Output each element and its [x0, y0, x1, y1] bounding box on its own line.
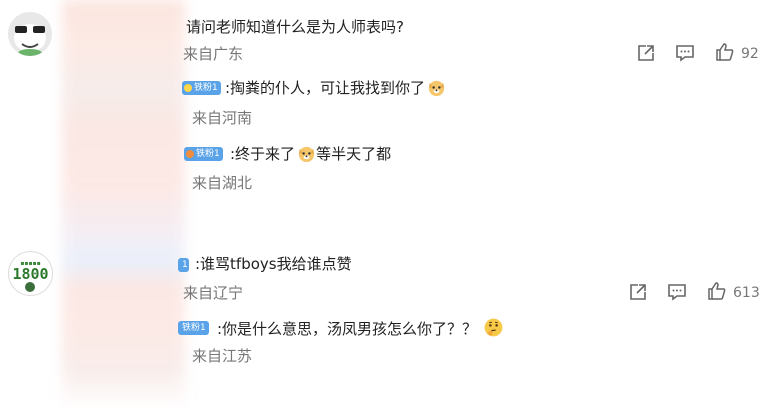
fan-badge: 铁粉1 [184, 147, 223, 161]
fan-badge: 铁粉1 [178, 321, 209, 335]
like-count: 92 [741, 46, 759, 62]
like-count: 613 [733, 285, 760, 301]
reply-location: 来自河南 [192, 109, 253, 127]
reply-location: 来自江苏 [192, 347, 253, 365]
avatar-figure [25, 282, 35, 292]
fan-badge: 铁粉1 [182, 81, 221, 95]
avatar-number: 1800 [12, 265, 49, 283]
share-icon[interactable] [628, 282, 648, 306]
badge-icon [186, 150, 194, 158]
fan-badge-partial: 1 [178, 258, 189, 272]
comment-icon[interactable] [675, 43, 695, 67]
user-avatar[interactable]: ▪▪▪▪▪ 1800 [8, 251, 53, 296]
comment-text: :谁骂tfboys我给谁点赞 [195, 255, 352, 273]
avatar-image [8, 12, 52, 56]
dog-face-emoji [427, 78, 446, 102]
user-avatar[interactable] [8, 12, 52, 56]
badge-icon [184, 84, 192, 92]
like-icon[interactable] [707, 281, 727, 305]
thinking-face-emoji [483, 317, 504, 343]
comment-location: 来自辽宁 [183, 284, 244, 302]
reply-text: :你是什么意思，汤凤男孩怎么你了？？ [217, 317, 504, 343]
reply-text: :掏粪的仆人，可让我找到你了 [225, 78, 446, 102]
comment-icon[interactable] [667, 282, 687, 306]
comment-text: 请问老师知道什么是为人师表吗? [186, 18, 404, 36]
reply-location: 来自湖北 [192, 174, 253, 192]
dog-face-emoji [297, 144, 316, 168]
share-icon[interactable] [636, 43, 656, 67]
reply-text: :终于来了 等半天了都 [230, 144, 391, 168]
redacted-username-column [62, 0, 185, 409]
comment-location: 来自广东 [183, 45, 244, 63]
like-icon[interactable] [715, 42, 735, 66]
